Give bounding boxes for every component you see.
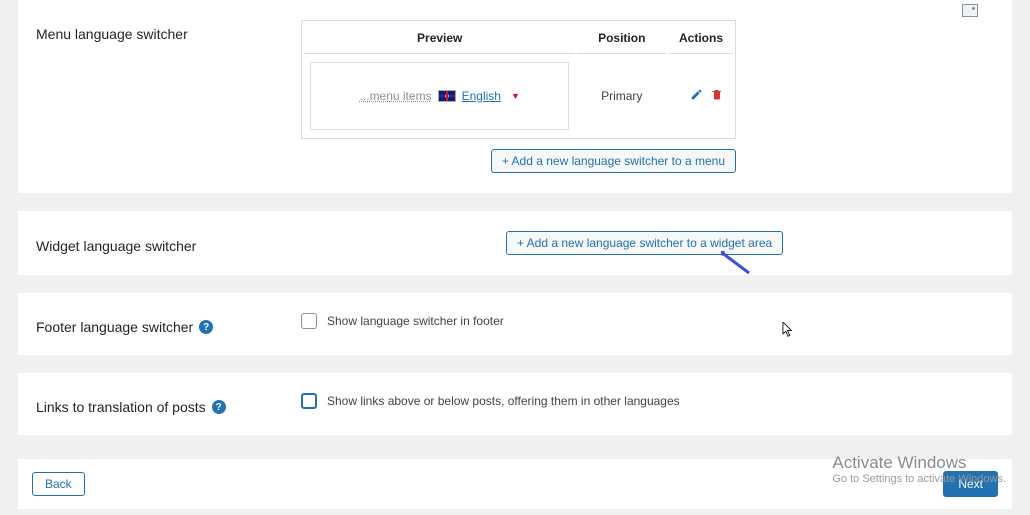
add-menu-switcher-button[interactable]: + Add a new language switcher to a menu <box>491 149 736 173</box>
broken-image-icon <box>962 4 978 17</box>
section-title-footer: Footer language switcher ? <box>36 313 271 335</box>
checkbox-footer[interactable] <box>301 313 317 329</box>
panel-footer-language-switcher: Footer language switcher ? Show language… <box>18 293 1012 355</box>
next-button[interactable]: Next <box>943 471 998 497</box>
panel-translation-links: Links to translation of posts ? Show lin… <box>18 373 1012 435</box>
position-cell: Primary <box>577 56 666 136</box>
checkbox-label: Show links above or below posts, offerin… <box>327 394 680 408</box>
menu-items-placeholder: ...menu items <box>360 89 432 103</box>
language-link[interactable]: English <box>462 89 501 103</box>
back-button[interactable]: Back <box>32 472 85 496</box>
th-position: Position <box>577 23 666 54</box>
checkbox-label: Show language switcher in footer <box>327 314 504 328</box>
section-title-menu: Menu language switcher <box>36 20 271 42</box>
help-icon[interactable]: ? <box>199 320 213 334</box>
checkbox-links[interactable] <box>301 393 317 409</box>
table-row: ...menu items English ▼ Primary <box>304 56 733 136</box>
footer-checkbox-row[interactable]: Show language switcher in footer <box>301 313 994 329</box>
th-actions: Actions <box>668 23 733 54</box>
panel-widget-language-switcher: Widget language switcher + Add a new lan… <box>18 211 1012 275</box>
edit-icon[interactable] <box>690 88 703 104</box>
uk-flag-icon <box>438 90 456 102</box>
help-icon[interactable]: ? <box>212 400 226 414</box>
section-title-text: Links to translation of posts <box>36 399 206 415</box>
wizard-footer: Back Next <box>18 459 1012 509</box>
switcher-preview: ...menu items English ▼ <box>310 62 569 130</box>
th-preview: Preview <box>304 23 575 54</box>
menu-switcher-table: Preview Position Actions ...menu items E… <box>301 20 736 139</box>
add-widget-switcher-button[interactable]: + Add a new language switcher to a widge… <box>506 231 783 255</box>
section-title-text: Footer language switcher <box>36 319 193 335</box>
delete-icon[interactable] <box>711 88 723 104</box>
links-checkbox-row[interactable]: Show links above or below posts, offerin… <box>301 393 994 409</box>
section-title-widget: Widget language switcher <box>36 232 271 254</box>
section-title-text: Widget language switcher <box>36 238 196 254</box>
panel-menu-language-switcher: Menu language switcher Preview Position … <box>18 0 1012 193</box>
dropdown-caret-icon: ▼ <box>511 91 520 101</box>
section-title-links: Links to translation of posts ? <box>36 393 271 415</box>
section-title-text: Menu language switcher <box>36 26 188 42</box>
